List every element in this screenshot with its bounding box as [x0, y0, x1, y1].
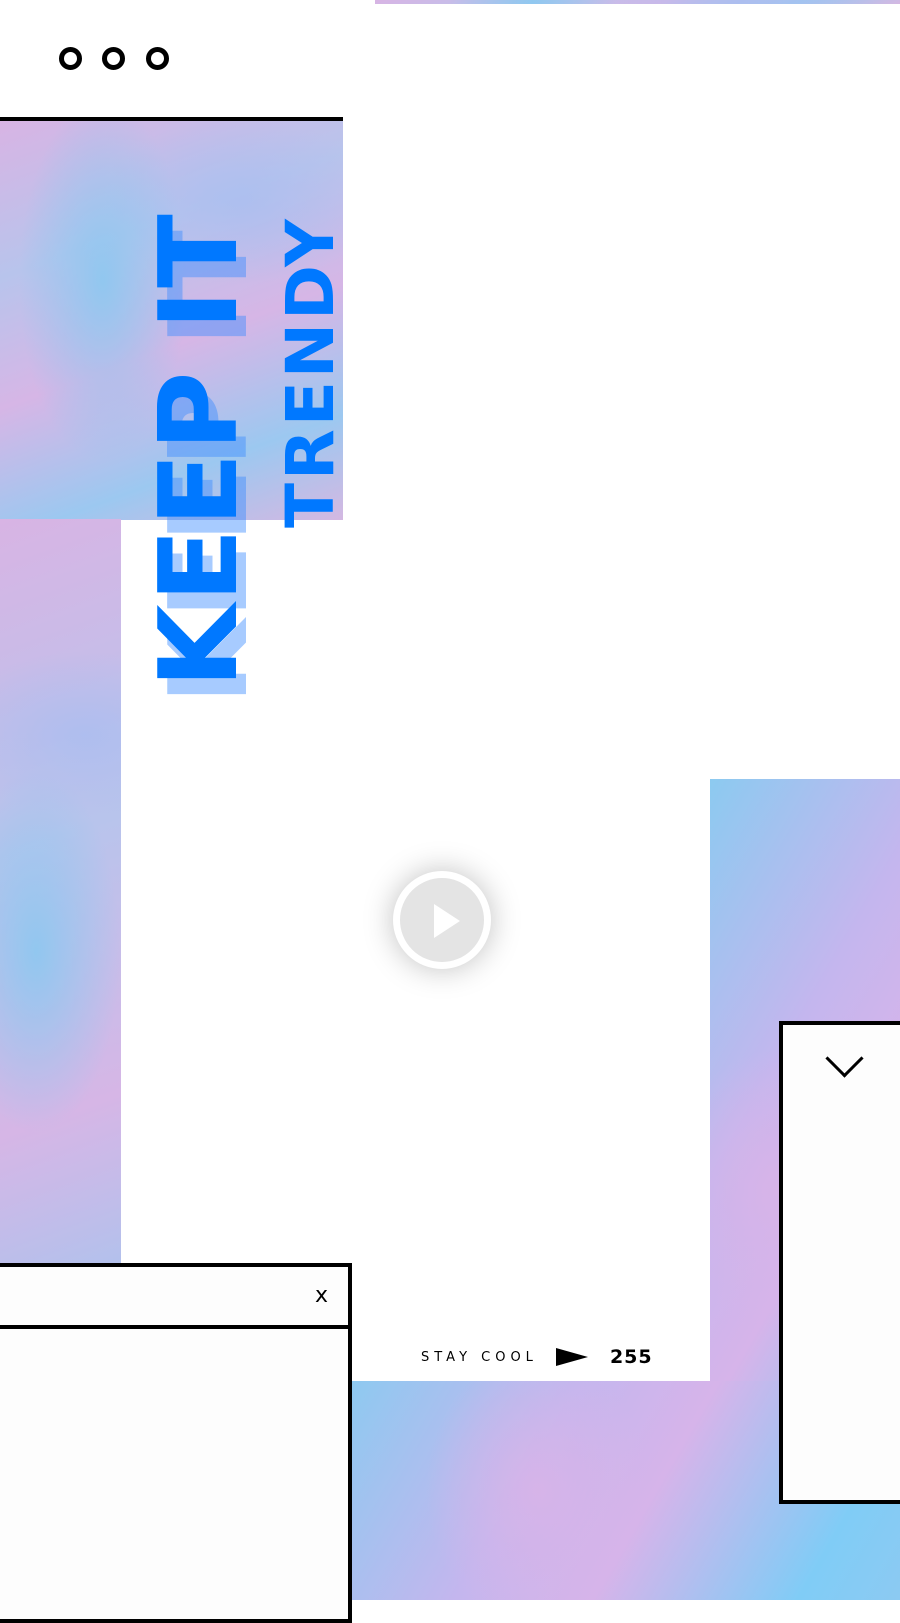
close-button[interactable]: x — [315, 1283, 328, 1308]
hero-title: KEEP IT — [137, 212, 262, 688]
count: 255 — [609, 1346, 653, 1368]
chevron-down-icon[interactable] — [825, 1039, 864, 1078]
menu-dots-icon[interactable] — [55, 40, 175, 80]
tagline: STAY COOL — [421, 1349, 538, 1365]
footer-bar: STAY COOL 255 — [421, 1345, 653, 1369]
hero-subtitle: TRENDY — [272, 216, 349, 528]
window-title-bar: x — [0, 1267, 348, 1329]
top-gradient-strip — [375, 0, 900, 4]
triangle-right-icon — [555, 1348, 588, 1366]
right-window — [779, 1021, 900, 1504]
bottom-left-window: x — [0, 1263, 352, 1623]
play-icon[interactable] — [393, 871, 491, 969]
